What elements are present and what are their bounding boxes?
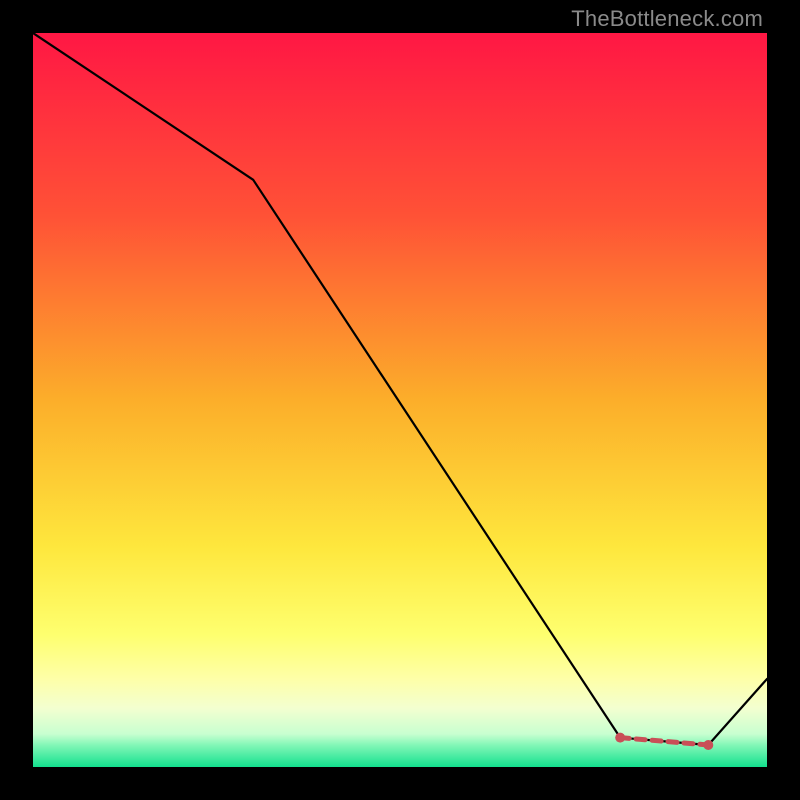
highlight-dashed-segment (33, 33, 767, 767)
watermark-text: TheBottleneck.com (571, 6, 763, 32)
chart-root: TheBottleneck.com (0, 0, 800, 800)
plot-area (33, 33, 767, 767)
